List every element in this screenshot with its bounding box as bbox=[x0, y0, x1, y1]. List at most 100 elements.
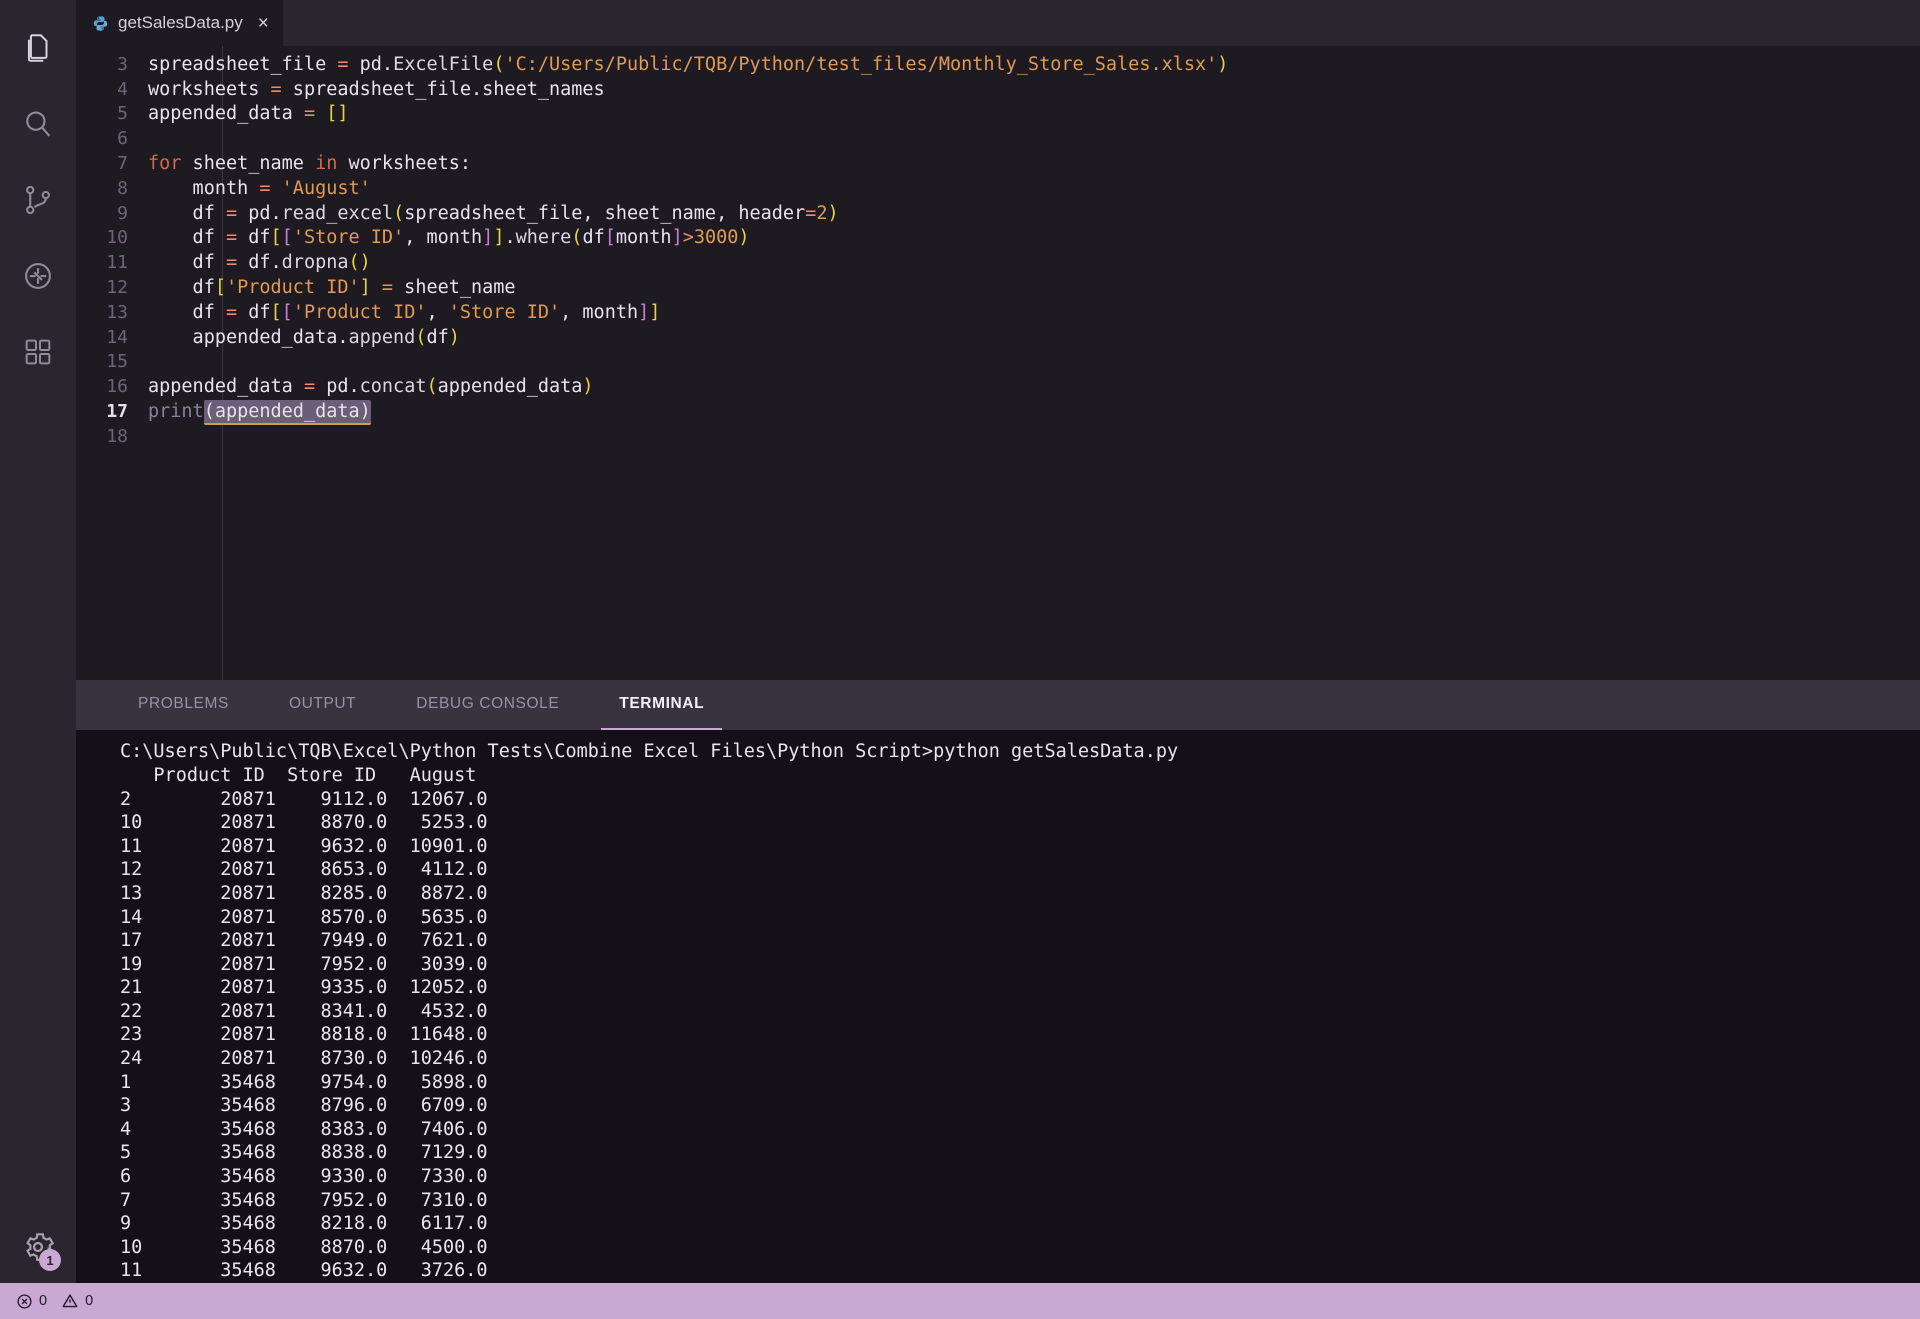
code-token: ( bbox=[426, 376, 437, 397]
code-token: pd. bbox=[315, 376, 360, 397]
code-token: = bbox=[226, 252, 237, 273]
code-line-text: df = pd.read_excel(spreadsheet_file, she… bbox=[148, 203, 839, 224]
warning-icon bbox=[61, 1292, 79, 1310]
code-token: 'Product ID' bbox=[293, 302, 427, 323]
line-number: 5 bbox=[76, 103, 148, 124]
code-line: 14 appended_data.append(df) bbox=[76, 325, 1920, 350]
code-token: df bbox=[237, 227, 270, 248]
line-number: 6 bbox=[76, 128, 148, 149]
code-token: sheet_name bbox=[181, 153, 315, 174]
editor-tab-getsalesdata[interactable]: getSalesData.py × bbox=[76, 0, 284, 46]
code-token bbox=[215, 227, 226, 248]
code-token: ] bbox=[649, 302, 660, 323]
code-line-text: appended_data = [] bbox=[148, 103, 349, 124]
code-token bbox=[248, 178, 259, 199]
editor-tab-label: getSalesData.py bbox=[118, 13, 243, 33]
code-token: 2 bbox=[816, 203, 827, 224]
panel-tab-terminal[interactable]: TERMINAL bbox=[601, 680, 722, 730]
code-line-text: spreadsheet_file = pd.ExcelFile('C:/User… bbox=[148, 54, 1228, 75]
code-line: 3spreadsheet_file = pd.ExcelFile('C:/Use… bbox=[76, 52, 1920, 77]
terminal-row: 1 35468 9754.0 5898.0 bbox=[120, 1071, 1920, 1095]
code-token: df bbox=[582, 227, 604, 248]
panel-tab-debug-console[interactable]: DEBUG CONSOLE bbox=[398, 680, 577, 730]
sidebar-item-run-and-debug[interactable] bbox=[0, 238, 76, 314]
terminal-row: 19 20871 7952.0 3039.0 bbox=[120, 953, 1920, 977]
terminal-row: 21 20871 9335.0 12052.0 bbox=[120, 976, 1920, 1000]
line-number: 16 bbox=[76, 376, 148, 397]
sidebar-item-search[interactable] bbox=[0, 86, 76, 162]
code-token: () bbox=[349, 252, 371, 273]
manage-settings-button[interactable]: 1 bbox=[18, 1229, 58, 1269]
code-token: ] bbox=[638, 302, 649, 323]
code-token: ( bbox=[493, 54, 504, 75]
code-token: ) bbox=[1217, 54, 1228, 75]
code-token bbox=[315, 103, 326, 124]
error-icon bbox=[16, 1293, 33, 1310]
code-token bbox=[215, 302, 226, 323]
terminal-row: 22 20871 8341.0 4532.0 bbox=[120, 1000, 1920, 1024]
code-token: [ bbox=[215, 277, 226, 298]
panel-tab-bar: PROBLEMS OUTPUT DEBUG CONSOLE TERMINAL bbox=[76, 680, 1920, 730]
code-line: 7for sheet_name in worksheets: bbox=[76, 151, 1920, 176]
code-token: . bbox=[504, 227, 515, 248]
code-token: 'Store ID' bbox=[293, 227, 404, 248]
code-token: = bbox=[805, 203, 816, 224]
code-token: = bbox=[304, 376, 315, 397]
code-line: 10 df = df[['Store ID', month]].where(df… bbox=[76, 226, 1920, 251]
code-token: , month bbox=[404, 227, 482, 248]
code-token: df bbox=[148, 203, 215, 224]
code-token: 3000 bbox=[694, 227, 739, 248]
terminal-output-rows: 2 20871 9112.0 12067.010 20871 8870.0 52… bbox=[120, 788, 1920, 1283]
tab-strip-empty bbox=[284, 0, 1920, 46]
code-token: = bbox=[304, 103, 315, 124]
line-number: 3 bbox=[76, 54, 148, 75]
code-editor[interactable]: 3spreadsheet_file = pd.ExcelFile('C:/Use… bbox=[76, 46, 1920, 680]
terminal-prompt-line: C:\Users\Public\TQB\Excel\Python Tests\C… bbox=[120, 740, 1920, 764]
code-token: ] bbox=[672, 227, 683, 248]
sidebar-item-extensions[interactable] bbox=[0, 314, 76, 390]
panel-tab-output[interactable]: OUTPUT bbox=[271, 680, 374, 730]
terminal-row: 6 35468 9330.0 7330.0 bbox=[120, 1165, 1920, 1189]
close-icon[interactable]: × bbox=[258, 14, 269, 33]
line-number: 14 bbox=[76, 327, 148, 348]
code-token: in bbox=[315, 153, 337, 174]
code-token: spreadsheet_file.sheet_names bbox=[282, 79, 605, 100]
code-token: append bbox=[348, 327, 415, 348]
code-token: ( bbox=[393, 203, 404, 224]
code-token: = bbox=[271, 79, 282, 100]
code-token: df bbox=[148, 302, 215, 323]
terminal-view[interactable]: C:\Users\Public\TQB\Excel\Python Tests\C… bbox=[76, 730, 1920, 1283]
code-token: ( bbox=[571, 227, 582, 248]
terminal-table-header: Product ID Store ID August bbox=[120, 764, 1920, 788]
line-number: 18 bbox=[76, 426, 148, 447]
code-token: = bbox=[226, 302, 237, 323]
code-token: spreadsheet_file, sheet_name, header bbox=[404, 203, 805, 224]
activity-bar: 1 bbox=[0, 0, 76, 1283]
code-line: 15 bbox=[76, 350, 1920, 375]
code-token: [ bbox=[282, 227, 293, 248]
code-token: pd. bbox=[237, 203, 282, 224]
code-line-text: for sheet_name in worksheets: bbox=[148, 153, 471, 174]
code-line: 9 df = pd.read_excel(spreadsheet_file, s… bbox=[76, 201, 1920, 226]
code-token: ) bbox=[827, 203, 838, 224]
code-token bbox=[215, 252, 226, 273]
search-icon bbox=[21, 107, 55, 141]
code-token: sheet_name bbox=[393, 277, 516, 298]
settings-badge: 1 bbox=[39, 1249, 61, 1271]
sidebar-item-source-control[interactable] bbox=[0, 162, 76, 238]
code-line: 18 bbox=[76, 424, 1920, 449]
code-line: 17print(appended_data) bbox=[76, 399, 1920, 424]
code-token: (appended_data) bbox=[204, 400, 371, 425]
source-control-icon bbox=[21, 183, 55, 217]
code-token: month bbox=[148, 178, 248, 199]
terminal-row: 10 35468 8870.0 4500.0 bbox=[120, 1236, 1920, 1260]
status-problems[interactable]: 0 0 bbox=[10, 1283, 99, 1319]
sidebar-item-explorer[interactable] bbox=[0, 10, 76, 86]
panel-tab-problems[interactable]: PROBLEMS bbox=[120, 680, 247, 730]
code-token: for bbox=[148, 153, 181, 174]
code-line: 12 df['Product ID'] = sheet_name bbox=[76, 275, 1920, 300]
files-icon bbox=[21, 31, 55, 65]
code-line: 8 month = 'August' bbox=[76, 176, 1920, 201]
editor-tab-strip: getSalesData.py × bbox=[76, 0, 1920, 46]
code-token: df bbox=[426, 327, 448, 348]
